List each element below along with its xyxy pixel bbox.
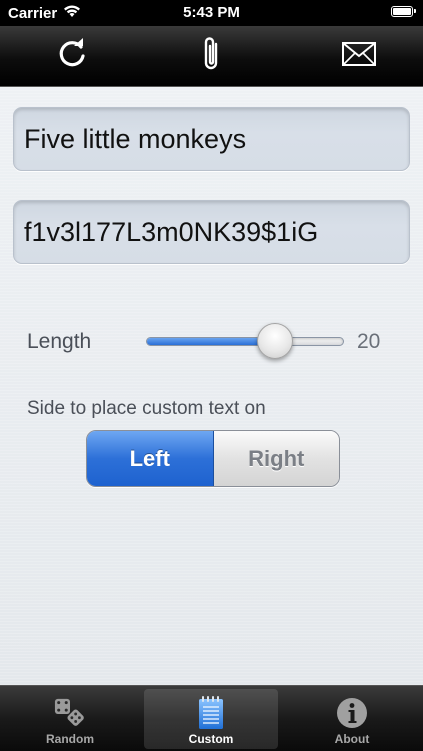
refresh-button[interactable]: [50, 34, 94, 78]
side-label: Side to place custom text on: [27, 398, 266, 419]
top-toolbar: [0, 26, 423, 87]
segment-left[interactable]: Left: [87, 431, 214, 486]
refresh-icon: [55, 37, 89, 76]
tab-about-label: About: [334, 732, 370, 746]
side-segmented-control: Left Right: [86, 430, 340, 487]
info-icon: [336, 697, 368, 729]
status-time: 5:43 PM: [183, 4, 240, 21]
notepad-icon: [195, 696, 227, 729]
paperclip-icon: [199, 35, 225, 78]
tab-custom[interactable]: Custom: [144, 689, 278, 749]
battery-icon: [391, 6, 416, 17]
main-content: Five little monkeys f1v3l177L3m0NK39$1iG…: [0, 87, 423, 685]
length-value: 20: [357, 330, 381, 353]
length-slider[interactable]: [146, 337, 344, 346]
length-label: Length: [27, 330, 92, 353]
length-slider-thumb[interactable]: [256, 323, 293, 359]
generated-password-field[interactable]: f1v3l177L3m0NK39$1iG: [13, 200, 410, 264]
attach-button[interactable]: [190, 34, 234, 78]
tab-about[interactable]: About: [285, 689, 419, 749]
tab-bar: Random Custom About: [0, 685, 423, 751]
tab-random[interactable]: Random: [3, 689, 137, 749]
tab-custom-label: Custom: [188, 732, 234, 746]
mail-icon: [342, 41, 376, 71]
status-bar: Carrier 5:43 PM: [0, 0, 423, 26]
dice-icon: [54, 697, 86, 729]
custom-text-field[interactable]: Five little monkeys: [13, 107, 410, 171]
mail-button[interactable]: [337, 34, 381, 78]
tab-random-label: Random: [46, 732, 94, 746]
segment-right[interactable]: Right: [213, 431, 339, 486]
